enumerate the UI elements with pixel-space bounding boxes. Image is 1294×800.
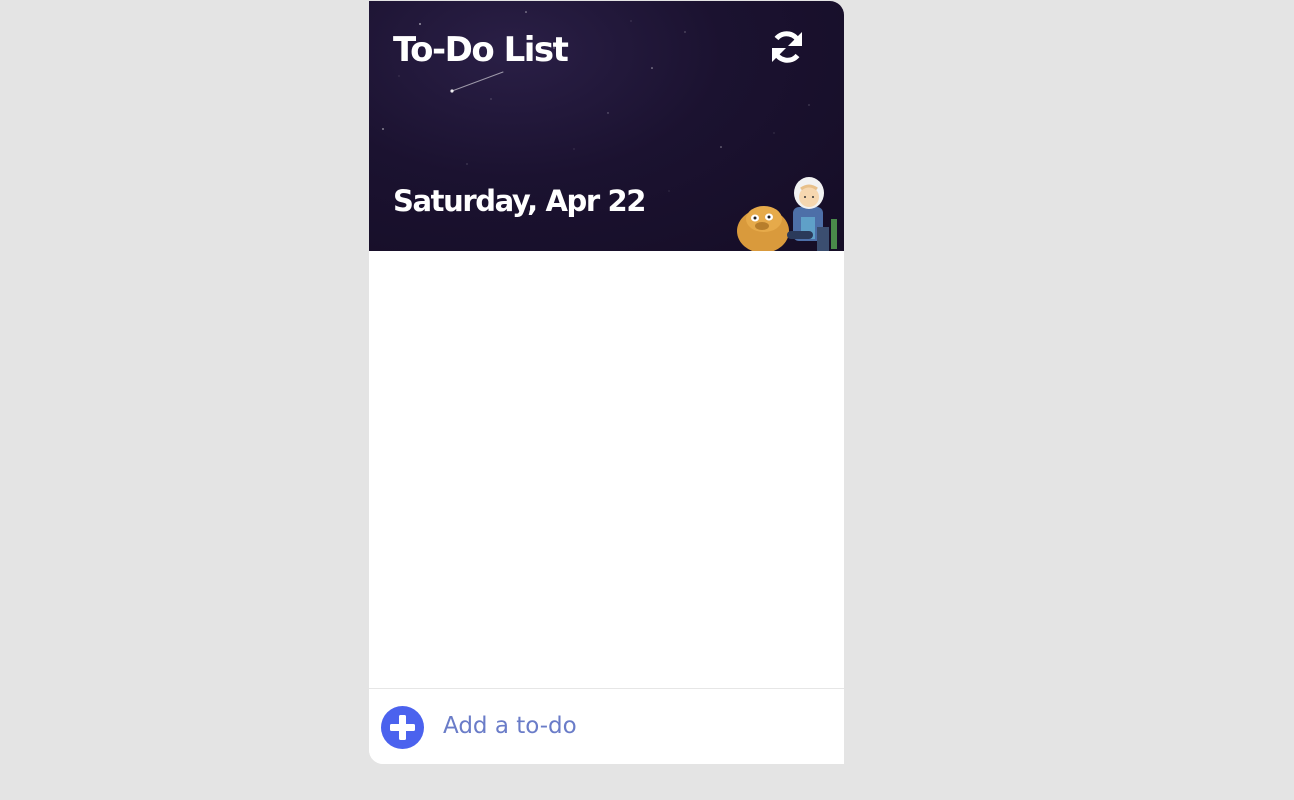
todo-app-card: To-Do List Saturday, Apr 22 xyxy=(369,1,844,764)
add-todo-button[interactable] xyxy=(381,706,424,749)
todo-list xyxy=(369,251,844,688)
refresh-button[interactable] xyxy=(765,25,809,69)
header: To-Do List Saturday, Apr 22 xyxy=(369,1,844,251)
page-title: To-Do List xyxy=(393,30,569,70)
current-date: Saturday, Apr 22 xyxy=(393,184,646,218)
plus-circle-icon xyxy=(390,715,415,740)
add-todo-input[interactable] xyxy=(443,703,823,749)
add-todo-bar xyxy=(369,688,844,764)
refresh-icon xyxy=(772,31,802,63)
cartoon-characters-illustration xyxy=(737,177,837,251)
